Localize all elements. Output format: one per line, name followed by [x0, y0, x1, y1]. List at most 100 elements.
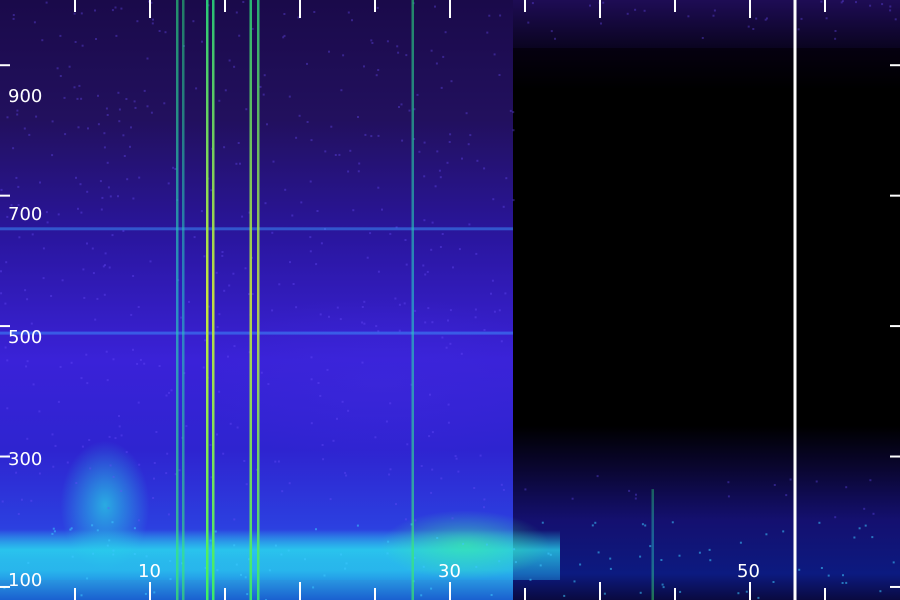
noise-speck — [51, 433, 54, 436]
noise-speck — [450, 80, 453, 83]
noise-speck — [498, 309, 501, 312]
noise-speck — [424, 321, 427, 324]
noise-speck — [108, 266, 111, 269]
noise-speck — [549, 553, 552, 556]
noise-speck — [815, 480, 818, 483]
noise-speck — [117, 195, 119, 198]
noise-speck — [59, 365, 62, 368]
noise-speck — [178, 469, 181, 472]
noise-speck — [440, 477, 443, 480]
noise-speck — [483, 329, 486, 331]
noise-speck — [300, 201, 303, 204]
noise-speck — [185, 425, 188, 428]
noise-speck — [739, 541, 742, 544]
noise-speck — [820, 567, 823, 569]
noise-speck — [229, 422, 232, 425]
noise-speck — [400, 103, 403, 106]
noise-speck — [424, 273, 427, 276]
noise-speck — [315, 528, 317, 531]
noise-speck — [57, 400, 60, 403]
noise-speck — [827, 574, 830, 577]
noise-speck — [439, 176, 442, 179]
noise-speck — [398, 329, 401, 332]
noise-speck — [404, 239, 407, 241]
noise-speck — [137, 401, 140, 404]
noise-speck — [879, 590, 882, 593]
noise-speck — [531, 2, 534, 5]
noise-speck — [324, 150, 327, 153]
noise-speck — [143, 362, 146, 365]
noise-speck — [244, 267, 247, 270]
noise-speck — [277, 460, 280, 463]
noise-speck — [436, 537, 439, 539]
noise-speck — [86, 190, 89, 193]
noise-speck — [600, 22, 602, 25]
vertical-line-0 — [176, 0, 179, 600]
noise-speck — [295, 306, 298, 309]
noise-speck — [845, 581, 848, 584]
noise-speck — [662, 586, 665, 589]
noise-speck — [649, 545, 652, 548]
noise-speck — [347, 11, 350, 14]
noise-speck — [122, 134, 125, 137]
noise-speck — [434, 5, 436, 8]
noise-speck — [244, 576, 247, 579]
noise-speck — [94, 318, 97, 321]
noise-speck — [45, 1, 48, 4]
noise-speck — [86, 577, 89, 580]
noise-speck — [375, 74, 378, 77]
noise-speck — [438, 169, 441, 172]
noise-speck — [81, 44, 84, 47]
noise-speck — [889, 5, 892, 8]
noise-speck — [388, 473, 391, 476]
noise-speck — [235, 11, 238, 14]
noise-speck — [1, 500, 4, 503]
noise-speck — [436, 150, 439, 153]
noise-speck — [71, 555, 74, 558]
noise-speck — [168, 391, 170, 394]
noise-speck — [894, 18, 897, 21]
noise-speck — [345, 562, 348, 565]
noise-speck — [475, 252, 478, 255]
noise-speck — [765, 533, 768, 536]
noise-speck — [163, 102, 166, 105]
noise-speck — [447, 421, 450, 424]
noise-speck — [107, 507, 110, 510]
noise-speck — [869, 4, 872, 7]
noise-speck — [216, 326, 219, 329]
noise-speck — [118, 108, 121, 111]
noise-speck — [334, 154, 337, 156]
noise-speck — [86, 242, 88, 245]
noise-speck — [416, 93, 419, 96]
noise-speck — [35, 115, 38, 118]
noise-speck — [789, 478, 792, 481]
noise-speck — [52, 527, 55, 530]
noise-speck — [589, 4, 591, 7]
noise-speck — [6, 359, 9, 362]
noise-speck — [52, 465, 55, 468]
noise-speck — [465, 112, 468, 115]
noise-speck — [755, 17, 758, 20]
vertical-line-4 — [249, 0, 252, 600]
vertical-line-1 — [182, 0, 185, 600]
vertical-line-3 — [212, 0, 215, 600]
noise-speck — [708, 548, 711, 551]
noise-speck — [442, 55, 445, 58]
noise-speck — [137, 519, 140, 522]
noise-speck — [361, 361, 364, 364]
noise-speck — [332, 439, 335, 442]
noise-speck — [339, 318, 342, 321]
noise-speck — [486, 31, 489, 34]
noise-speck — [70, 361, 73, 364]
noise-speck — [347, 170, 350, 173]
noise-speck — [797, 28, 800, 31]
noise-speck — [278, 283, 281, 286]
noise-speck — [66, 461, 69, 464]
noise-speck — [105, 107, 108, 110]
noise-speck — [364, 133, 367, 136]
noise-speck — [377, 134, 380, 137]
noise-speck — [5, 261, 8, 264]
noise-speck — [446, 161, 449, 164]
noise-speck — [56, 67, 59, 70]
noise-speck — [92, 552, 95, 555]
